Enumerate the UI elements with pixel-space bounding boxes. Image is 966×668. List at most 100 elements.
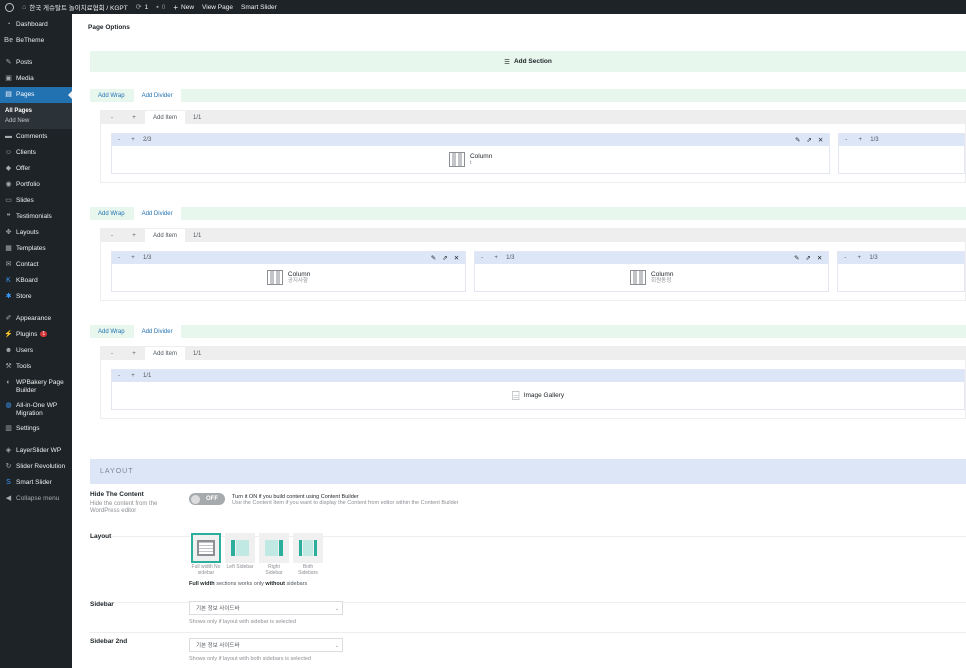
sidebar-item-posts[interactable]: ✎ Posts: [0, 55, 72, 71]
layout-option-left-sidebar[interactable]: Left Sidebar: [225, 533, 255, 576]
camera-icon: ⌸: [511, 387, 520, 403]
wrap-increase-button[interactable]: +: [123, 351, 145, 357]
builder-item-partial[interactable]: - + 1/3: [837, 251, 966, 292]
wrap-decrease-button[interactable]: -: [101, 115, 123, 121]
item-decrease-button[interactable]: -: [838, 255, 852, 261]
edit-pencil-icon[interactable]: ✎: [795, 136, 800, 144]
add-divider-button[interactable]: Add Divider: [133, 207, 181, 220]
view-page-link[interactable]: View Page: [198, 0, 237, 14]
column-item-icon: [266, 270, 283, 285]
item-increase-button[interactable]: +: [126, 373, 140, 379]
layout-option-right-sidebar[interactable]: Right Sidebar: [259, 533, 289, 576]
add-divider-button[interactable]: Add Divider: [133, 89, 181, 102]
comments-link[interactable]: ▪ 0: [152, 0, 169, 14]
item-increase-button[interactable]: +: [126, 137, 140, 143]
sidebar-item-betheme[interactable]: Be BeTheme: [0, 33, 72, 49]
item-decrease-button[interactable]: -: [112, 373, 126, 379]
sidebar-item-smart-slider[interactable]: S Smart Slider: [0, 475, 72, 491]
builder-item-partial[interactable]: - + 1/3: [838, 133, 965, 174]
sidebar-item-portfolio[interactable]: ◉ Portfolio: [0, 177, 72, 193]
submenu-add-new[interactable]: Add New: [0, 116, 72, 126]
sidebar2-select[interactable]: 기본 정보 사이드바 ⌄: [189, 638, 343, 652]
add-wrap-button[interactable]: Add Wrap: [90, 89, 133, 102]
clone-icon[interactable]: ⇗: [442, 254, 447, 262]
add-item-button[interactable]: Add Item: [145, 229, 186, 242]
item-size-label: 1/3: [870, 137, 879, 143]
item-increase-button[interactable]: +: [489, 255, 503, 261]
wordpress-logo-icon[interactable]: [0, 0, 18, 14]
add-section-icon: ☰: [504, 58, 510, 66]
sidebar-item-allinone[interactable]: ◍ All-in-One WP Migration: [0, 398, 72, 421]
clone-icon[interactable]: ⇗: [805, 254, 810, 262]
delete-x-icon[interactable]: ✕: [818, 136, 823, 144]
add-item-button[interactable]: Add Item: [145, 347, 186, 360]
item-decrease-button[interactable]: -: [475, 255, 489, 261]
delete-x-icon[interactable]: ✕: [454, 254, 459, 262]
sidebar-item-kboard[interactable]: K KBoard: [0, 273, 72, 289]
sidebar-item-wpbakery[interactable]: ◐ WPBakery Page Builder: [0, 375, 72, 398]
sidebar-item-slider-revolution[interactable]: ↻ Slider Revolution: [0, 459, 72, 475]
item-increase-button[interactable]: +: [126, 255, 140, 261]
sidebar-item-dashboard[interactable]: ◔ Dashboard: [0, 17, 72, 33]
sidebar-item-users[interactable]: ☻ Users: [0, 343, 72, 359]
sidebar-item-plugins[interactable]: ⚡ Plugins 1: [0, 327, 72, 343]
new-content-link[interactable]: + New: [169, 0, 198, 14]
submenu-all-pages[interactable]: All Pages: [0, 106, 72, 116]
site-name-link[interactable]: ⌂ 한국 게슈탈트 놀이치료협회 / KGPT: [18, 0, 132, 14]
wrap-decrease-button[interactable]: -: [101, 233, 123, 239]
layers-icon: ◈: [5, 447, 12, 455]
add-divider-button[interactable]: Add Divider: [133, 325, 181, 338]
sidebar-item-media[interactable]: ▣ Media: [0, 71, 72, 87]
item-decrease-button[interactable]: -: [112, 255, 126, 261]
item-decrease-button[interactable]: -: [112, 137, 126, 143]
edit-pencil-icon[interactable]: ✎: [794, 254, 799, 262]
wrap-header: - + Add Item 1/1: [101, 111, 965, 124]
wrap-increase-button[interactable]: +: [123, 115, 145, 121]
smart-slider-link[interactable]: Smart Slider: [237, 0, 281, 14]
clone-icon[interactable]: ⇗: [806, 136, 811, 144]
dashboard-icon: ◔: [6, 21, 11, 28]
item-increase-button[interactable]: +: [853, 137, 867, 143]
builder-item-column[interactable]: - + 2/3 ✎ ⇗ ✕ Column t: [111, 133, 831, 174]
sidebar-item-layerslider[interactable]: ◈ LayerSlider WP: [0, 443, 72, 459]
layout-section-header: LAYOUT: [90, 459, 966, 484]
sidebar-item-store[interactable]: ✱ Store: [0, 289, 72, 305]
sidebar-item-contact[interactable]: ✉ Contact: [0, 257, 72, 273]
sidebar-item-settings[interactable]: ▥ Settings: [0, 421, 72, 437]
collapse-menu-button[interactable]: ◀ Collapse menu: [0, 491, 72, 507]
builder-section-2: Add Wrap Add Divider - + Add Item 1/1 - …: [90, 207, 966, 301]
add-wrap-button[interactable]: Add Wrap: [90, 325, 133, 338]
builder-item-image-gallery[interactable]: - + 1/1 ⌸ Image Gallery: [111, 369, 965, 410]
sidebar-select[interactable]: 기본 정보 사이드바 ⌄: [189, 601, 343, 615]
sidebar-item-offer[interactable]: ◆ Offer: [0, 161, 72, 177]
wrap-decrease-button[interactable]: -: [101, 351, 123, 357]
hide-content-row: Hide The Content Hide the content from t…: [90, 491, 966, 537]
item-increase-button[interactable]: +: [852, 255, 866, 261]
column-item-icon: [630, 270, 647, 285]
admin-sidebar: ◔ Dashboard Be BeTheme ✎ Posts ▣ Media ▤ Page…: [0, 14, 72, 668]
sidebar-item-appearance[interactable]: ✐ Appearance: [0, 311, 72, 327]
add-section-button[interactable]: ☰ Add Section: [90, 51, 966, 72]
layout-option-full-width[interactable]: Full width No sidebar: [191, 533, 221, 576]
sidebar-item-clients[interactable]: ☺ Clients: [0, 145, 72, 161]
delete-x-icon[interactable]: ✕: [817, 254, 822, 262]
sidebar-item-templates[interactable]: ▦ Templates: [0, 241, 72, 257]
right-sidebar-layout-icon: [265, 540, 283, 556]
sidebar-item-slides[interactable]: ▭ Slides: [0, 193, 72, 209]
wrap-increase-button[interactable]: +: [123, 233, 145, 239]
builder-item-column[interactable]: - + 1/3 ✎ ⇗ ✕ Column 공지사항: [111, 251, 467, 292]
edit-pencil-icon[interactable]: ✎: [431, 254, 436, 262]
add-wrap-button[interactable]: Add Wrap: [90, 207, 133, 220]
sidebar-item-pages[interactable]: ▤ Pages: [0, 87, 72, 103]
builder-item-column[interactable]: - + 1/3 ✎ ⇗ ✕ Column 회원동정: [474, 251, 830, 292]
updates-link[interactable]: ⟳ 1: [132, 0, 153, 14]
sidebar-item-layouts[interactable]: ✥ Layouts: [0, 225, 72, 241]
sidebar-item-comments[interactable]: ▬ Comments: [0, 129, 72, 145]
sidebar-item-tools[interactable]: ⚒ Tools: [0, 359, 72, 375]
migration-icon: ◍: [5, 402, 12, 410]
layout-option-both-sidebars[interactable]: Both Sidebars: [293, 533, 323, 576]
add-item-button[interactable]: Add Item: [145, 111, 186, 124]
item-decrease-button[interactable]: -: [839, 137, 853, 143]
sidebar-item-testimonials[interactable]: ❝ Testimonials: [0, 209, 72, 225]
hide-content-toggle[interactable]: OFF: [189, 493, 225, 505]
